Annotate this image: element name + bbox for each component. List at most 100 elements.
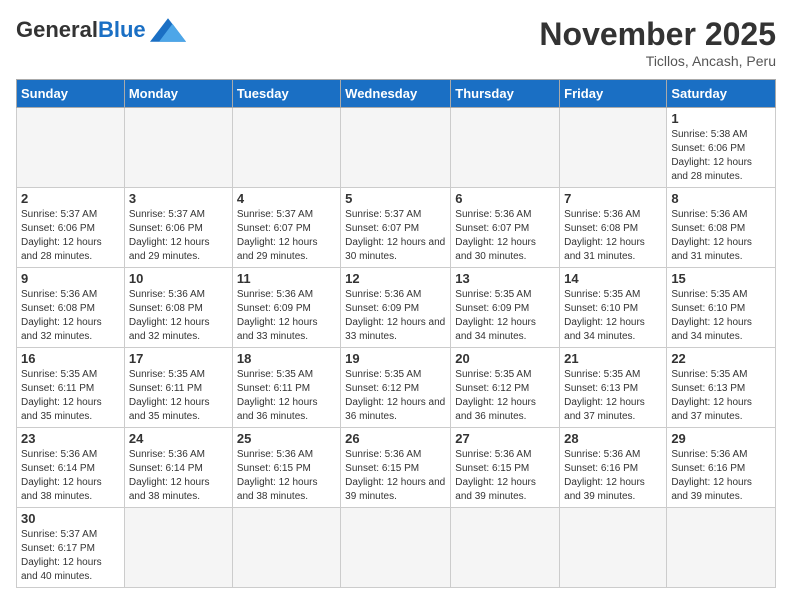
- calendar-cell: 28 Sunrise: 5:36 AM Sunset: 6:16 PM Dayli…: [560, 428, 667, 508]
- day-info: Sunrise: 5:35 AM Sunset: 6:11 PM Dayligh…: [237, 368, 336, 424]
- calendar-body: 1 Sunrise: 5:38 AM Sunset: 6:06 PM Daylig…: [17, 108, 776, 588]
- day-header-friday: Friday: [560, 80, 667, 108]
- day-info: Sunrise: 5:37 AM Sunset: 6:06 PM Dayligh…: [129, 208, 228, 264]
- calendar-cell: 17 Sunrise: 5:35 AM Sunset: 6:11 PM Dayli…: [124, 348, 232, 428]
- day-number: 22: [671, 351, 771, 366]
- day-info: Sunrise: 5:35 AM Sunset: 6:12 PM Dayligh…: [455, 368, 555, 424]
- day-info: Sunrise: 5:36 AM Sunset: 6:14 PM Dayligh…: [129, 448, 228, 504]
- day-info: Sunrise: 5:37 AM Sunset: 6:07 PM Dayligh…: [345, 208, 446, 264]
- day-number: 2: [21, 191, 120, 206]
- calendar-cell: [17, 108, 125, 188]
- day-info: Sunrise: 5:37 AM Sunset: 6:06 PM Dayligh…: [21, 208, 120, 264]
- day-number: 24: [129, 431, 228, 446]
- day-number: 3: [129, 191, 228, 206]
- day-header-thursday: Thursday: [451, 80, 560, 108]
- day-number: 21: [564, 351, 662, 366]
- day-number: 8: [671, 191, 771, 206]
- calendar-cell: [451, 508, 560, 588]
- page-header: General Blue November 2025 Ticllos, Anca…: [16, 16, 776, 69]
- calendar-cell: 10 Sunrise: 5:36 AM Sunset: 6:08 PM Dayli…: [124, 268, 232, 348]
- calendar-cell: 7 Sunrise: 5:36 AM Sunset: 6:08 PM Daylig…: [560, 188, 667, 268]
- day-info: Sunrise: 5:35 AM Sunset: 6:10 PM Dayligh…: [671, 288, 771, 344]
- calendar-cell: 29 Sunrise: 5:36 AM Sunset: 6:16 PM Dayli…: [667, 428, 776, 508]
- day-number: 28: [564, 431, 662, 446]
- calendar-cell: 13Sunrise: 5:35 AM Sunset: 6:09 PM Dayli…: [451, 268, 560, 348]
- day-info: Sunrise: 5:36 AM Sunset: 6:14 PM Dayligh…: [21, 448, 120, 504]
- day-number: 11: [237, 271, 336, 286]
- day-number: 10: [129, 271, 228, 286]
- day-number: 20: [455, 351, 555, 366]
- day-number: 17: [129, 351, 228, 366]
- week-row-0: 1 Sunrise: 5:38 AM Sunset: 6:06 PM Daylig…: [17, 108, 776, 188]
- calendar-cell: 1 Sunrise: 5:38 AM Sunset: 6:06 PM Daylig…: [667, 108, 776, 188]
- location-title: Ticllos, Ancash, Peru: [539, 53, 776, 69]
- week-row-5: 30 Sunrise: 5:37 AM Sunset: 6:17 PM Dayli…: [17, 508, 776, 588]
- logo-blue-text: Blue: [98, 17, 146, 43]
- calendar-cell: 3 Sunrise: 5:37 AM Sunset: 6:06 PM Daylig…: [124, 188, 232, 268]
- day-info: Sunrise: 5:36 AM Sunset: 6:16 PM Dayligh…: [671, 448, 771, 504]
- day-info: Sunrise: 5:35 AM Sunset: 6:11 PM Dayligh…: [21, 368, 120, 424]
- calendar-cell: 26Sunrise: 5:36 AM Sunset: 6:15 PM Dayli…: [341, 428, 451, 508]
- calendar-cell: [560, 508, 667, 588]
- calendar-cell: 20 Sunrise: 5:35 AM Sunset: 6:12 PM Dayli…: [451, 348, 560, 428]
- day-info: Sunrise: 5:35 AM Sunset: 6:11 PM Dayligh…: [129, 368, 228, 424]
- day-number: 30: [21, 511, 120, 526]
- day-info: Sunrise: 5:36 AM Sunset: 6:09 PM Dayligh…: [345, 288, 446, 344]
- logo-general-text: General: [16, 17, 98, 43]
- day-info: Sunrise: 5:36 AM Sunset: 6:15 PM Dayligh…: [455, 448, 555, 504]
- day-info: Sunrise: 5:37 AM Sunset: 6:17 PM Dayligh…: [21, 528, 120, 584]
- calendar-cell: 12 Sunrise: 5:36 AM Sunset: 6:09 PM Dayli…: [341, 268, 451, 348]
- calendar-cell: 4Sunrise: 5:37 AM Sunset: 6:07 PM Daylig…: [232, 188, 340, 268]
- calendar-cell: 15Sunrise: 5:35 AM Sunset: 6:10 PM Dayli…: [667, 268, 776, 348]
- week-row-4: 23Sunrise: 5:36 AM Sunset: 6:14 PM Dayli…: [17, 428, 776, 508]
- calendar-cell: 24 Sunrise: 5:36 AM Sunset: 6:14 PM Dayli…: [124, 428, 232, 508]
- day-info: Sunrise: 5:36 AM Sunset: 6:08 PM Dayligh…: [671, 208, 771, 264]
- week-row-2: 9Sunrise: 5:36 AM Sunset: 6:08 PM Daylig…: [17, 268, 776, 348]
- day-number: 6: [455, 191, 555, 206]
- calendar-cell: [341, 508, 451, 588]
- calendar-cell: 16 Sunrise: 5:35 AM Sunset: 6:11 PM Dayli…: [17, 348, 125, 428]
- day-number: 7: [564, 191, 662, 206]
- day-info: Sunrise: 5:36 AM Sunset: 6:07 PM Dayligh…: [455, 208, 555, 264]
- day-info: Sunrise: 5:36 AM Sunset: 6:15 PM Dayligh…: [345, 448, 446, 504]
- day-number: 1: [671, 111, 771, 126]
- day-number: 27: [455, 431, 555, 446]
- day-number: 5: [345, 191, 446, 206]
- day-number: 25: [237, 431, 336, 446]
- calendar-cell: [667, 508, 776, 588]
- calendar-cell: 14Sunrise: 5:35 AM Sunset: 6:10 PM Dayli…: [560, 268, 667, 348]
- day-info: Sunrise: 5:36 AM Sunset: 6:15 PM Dayligh…: [237, 448, 336, 504]
- day-info: Sunrise: 5:36 AM Sunset: 6:08 PM Dayligh…: [21, 288, 120, 344]
- day-number: 16: [21, 351, 120, 366]
- day-info: Sunrise: 5:36 AM Sunset: 6:08 PM Dayligh…: [129, 288, 228, 344]
- day-number: 29: [671, 431, 771, 446]
- day-header-monday: Monday: [124, 80, 232, 108]
- day-info: Sunrise: 5:36 AM Sunset: 6:08 PM Dayligh…: [564, 208, 662, 264]
- calendar-cell: 23Sunrise: 5:36 AM Sunset: 6:14 PM Dayli…: [17, 428, 125, 508]
- day-number: 12: [345, 271, 446, 286]
- calendar-cell: [451, 108, 560, 188]
- day-info: Sunrise: 5:35 AM Sunset: 6:13 PM Dayligh…: [671, 368, 771, 424]
- calendar-cell: [124, 508, 232, 588]
- calendar-cell: 9Sunrise: 5:36 AM Sunset: 6:08 PM Daylig…: [17, 268, 125, 348]
- calendar-cell: [232, 508, 340, 588]
- day-info: Sunrise: 5:35 AM Sunset: 6:12 PM Dayligh…: [345, 368, 446, 424]
- day-header-saturday: Saturday: [667, 80, 776, 108]
- calendar-cell: [341, 108, 451, 188]
- calendar-cell: 27 Sunrise: 5:36 AM Sunset: 6:15 PM Dayli…: [451, 428, 560, 508]
- day-header-wednesday: Wednesday: [341, 80, 451, 108]
- logo-icon: [150, 16, 186, 44]
- calendar-cell: [560, 108, 667, 188]
- day-info: Sunrise: 5:36 AM Sunset: 6:16 PM Dayligh…: [564, 448, 662, 504]
- calendar-cell: 19 Sunrise: 5:35 AM Sunset: 6:12 PM Dayli…: [341, 348, 451, 428]
- week-row-3: 16 Sunrise: 5:35 AM Sunset: 6:11 PM Dayli…: [17, 348, 776, 428]
- calendar-cell: 22 Sunrise: 5:35 AM Sunset: 6:13 PM Dayli…: [667, 348, 776, 428]
- day-info: Sunrise: 5:36 AM Sunset: 6:09 PM Dayligh…: [237, 288, 336, 344]
- calendar-cell: 11 Sunrise: 5:36 AM Sunset: 6:09 PM Dayli…: [232, 268, 340, 348]
- day-number: 19: [345, 351, 446, 366]
- day-header-sunday: Sunday: [17, 80, 125, 108]
- days-of-week-row: SundayMondayTuesdayWednesdayThursdayFrid…: [17, 80, 776, 108]
- calendar-cell: 6 Sunrise: 5:36 AM Sunset: 6:07 PM Daylig…: [451, 188, 560, 268]
- day-info: Sunrise: 5:38 AM Sunset: 6:06 PM Dayligh…: [671, 128, 771, 184]
- day-number: 18: [237, 351, 336, 366]
